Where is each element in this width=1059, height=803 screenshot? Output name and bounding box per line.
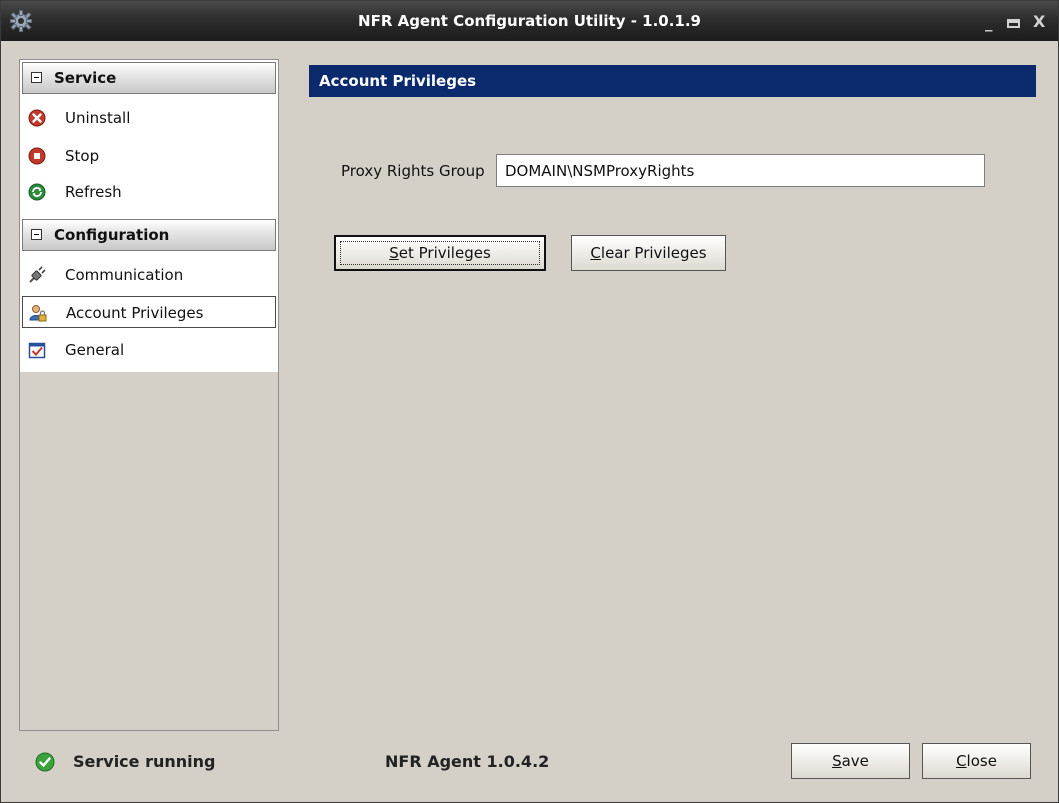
accelerator-key: C: [956, 752, 967, 770]
sidebar-item-general[interactable]: General: [22, 334, 276, 366]
sidebar-item-stop[interactable]: Stop: [22, 140, 276, 172]
plug-icon: [29, 266, 46, 283]
sidebar: Service Uninstall Stop Refresh Configura…: [19, 59, 279, 731]
group-header-configuration[interactable]: Configuration: [22, 219, 276, 251]
user-lock-icon: [29, 305, 47, 322]
sidebar-item-label: Stop: [65, 147, 100, 165]
clear-privileges-button[interactable]: Clear Privileges: [571, 235, 726, 271]
sidebar-item-account-privileges[interactable]: Account Privileges: [22, 296, 276, 328]
button-label: lear Privileges: [600, 244, 707, 262]
accelerator-key: S: [389, 244, 399, 262]
button-label: ave: [841, 752, 869, 770]
set-privileges-button[interactable]: Set Privileges: [334, 235, 546, 271]
sidebar-item-label: Account Privileges: [66, 304, 204, 322]
sidebar-item-label: Uninstall: [65, 109, 131, 127]
minimize-button[interactable]: _: [985, 14, 993, 32]
window-title: NFR Agent Configuration Utility - 1.0.1.…: [358, 12, 701, 30]
uninstall-icon: [28, 109, 46, 127]
close-button[interactable]: Close: [922, 743, 1031, 779]
sidebar-item-label: Communication: [65, 266, 184, 284]
proxy-rights-label: Proxy Rights Group: [341, 162, 485, 180]
maximize-button[interactable]: [1007, 19, 1020, 28]
group-label: Configuration: [54, 226, 170, 244]
content-header: Account Privileges: [309, 65, 1036, 97]
save-button[interactable]: Save: [791, 743, 910, 779]
refresh-icon: [28, 183, 46, 201]
proxy-rights-input[interactable]: [496, 154, 985, 187]
button-label: et Privileges: [398, 244, 491, 262]
sidebar-item-communication[interactable]: Communication: [22, 259, 276, 291]
sidebar-item-label: General: [65, 341, 125, 359]
collapse-icon[interactable]: [31, 72, 42, 83]
sidebar-item-label: Refresh: [65, 183, 122, 201]
check-circle-icon: [35, 752, 55, 772]
accelerator-key: C: [590, 244, 601, 262]
group-label: Service: [54, 69, 117, 87]
button-label: lose: [966, 752, 997, 770]
close-window-button[interactable]: X: [1033, 12, 1045, 31]
sidebar-list: Service Uninstall Stop Refresh Configura…: [20, 60, 278, 372]
collapse-icon[interactable]: [31, 229, 42, 240]
app-window: NFR Agent Configuration Utility - 1.0.1.…: [0, 0, 1059, 803]
sidebar-item-uninstall[interactable]: Uninstall: [22, 102, 276, 134]
title-bar[interactable]: NFR Agent Configuration Utility - 1.0.1.…: [1, 1, 1058, 41]
stop-icon: [28, 147, 46, 165]
service-status: Service running: [73, 752, 216, 771]
checklist-icon: [28, 342, 46, 359]
accelerator-key: S: [832, 752, 842, 770]
group-header-service[interactable]: Service: [22, 62, 276, 94]
agent-version: NFR Agent 1.0.4.2: [385, 752, 550, 771]
sidebar-item-refresh[interactable]: Refresh: [22, 176, 276, 208]
page-title: Account Privileges: [319, 72, 477, 90]
